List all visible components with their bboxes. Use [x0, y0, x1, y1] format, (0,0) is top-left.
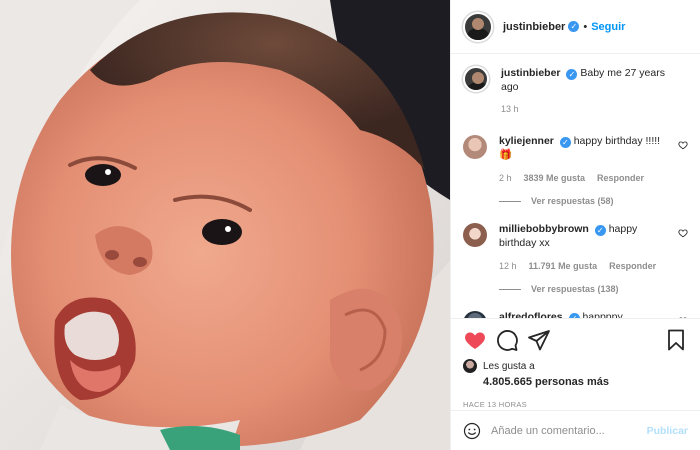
comment-meta: 2 h 3839 Me gusta Responder: [499, 171, 670, 185]
caption-meta: 13 h: [501, 102, 670, 116]
comment-body: milliebobbybrown ✓ happy birthday xx 12 …: [499, 222, 688, 273]
share-icon[interactable]: [527, 328, 551, 352]
bookmark-icon[interactable]: [664, 328, 688, 352]
post-side-panel: justinbieber ✓ • Seguir justinbieber ✓ B…: [450, 0, 700, 450]
comment-time[interactable]: 2 h: [499, 171, 512, 185]
action-icons-row: [463, 327, 688, 353]
liked-by-text: Les gusta a: [483, 360, 535, 372]
comment-likes[interactable]: 3839 Me gusta: [524, 171, 586, 185]
caption-time[interactable]: 13 h: [501, 102, 519, 116]
commenter-avatar[interactable]: [463, 135, 487, 159]
comment-likes[interactable]: 11.791 Me gusta: [529, 259, 598, 273]
author-username[interactable]: justinbieber: [503, 21, 565, 33]
comments-list[interactable]: justinbieber ✓ Baby me 27 years ago 13 h…: [451, 54, 700, 318]
comment-time[interactable]: 12 h: [499, 259, 517, 273]
caption: justinbieber ✓ Baby me 27 years ago 13 h: [463, 66, 688, 116]
post-photo[interactable]: [0, 0, 450, 450]
comment-item: alfredoflores ✓ happppy: [463, 310, 688, 318]
view-replies-label: Ver respuestas (138): [531, 284, 619, 294]
author-avatar[interactable]: [463, 11, 493, 42]
commenter-avatar[interactable]: [463, 223, 487, 247]
comment-icon[interactable]: [495, 328, 519, 352]
replies-line: [499, 288, 521, 290]
reply-button[interactable]: Responder: [609, 259, 656, 273]
instagram-post: justinbieber ✓ • Seguir justinbieber ✓ B…: [0, 0, 700, 450]
post-actions: Les gusta a 4.805.665 personas más HACE …: [451, 318, 700, 450]
comment-username[interactable]: milliebobbybrown: [499, 223, 589, 235]
comment-username[interactable]: alfredoflores: [499, 311, 563, 318]
follow-button[interactable]: Seguir: [591, 21, 625, 33]
post-timestamp[interactable]: HACE 13 HORAS: [463, 400, 688, 409]
comment-body: kyliejenner ✓ happy birthday !!!!! 🎁 2 h…: [499, 134, 688, 185]
heart-icon[interactable]: [678, 140, 688, 150]
verified-badge-icon: ✓: [568, 21, 580, 32]
view-replies-button[interactable]: Ver respuestas (138): [499, 284, 688, 294]
liker-avatar: [463, 359, 477, 373]
publish-button[interactable]: Publicar: [647, 425, 688, 437]
heart-icon[interactable]: [678, 228, 688, 238]
verified-badge-icon: ✓: [594, 225, 606, 236]
caption-body: justinbieber ✓ Baby me 27 years ago 13 h: [501, 66, 688, 116]
baby-photo-illustration: [0, 0, 450, 450]
liked-by[interactable]: Les gusta a: [463, 359, 688, 373]
caption-username[interactable]: justinbieber: [501, 67, 561, 79]
add-comment-bar: Publicar: [451, 410, 700, 450]
comment-username[interactable]: kyliejenner: [499, 135, 554, 147]
separator-dot: •: [583, 20, 588, 33]
post-header: justinbieber ✓ • Seguir: [451, 0, 700, 54]
comment-input[interactable]: [491, 424, 647, 437]
comment-meta: 12 h 11.791 Me gusta Responder: [499, 259, 670, 273]
caption-avatar[interactable]: [463, 66, 489, 92]
likes-count[interactable]: 4.805.665 personas más: [483, 376, 688, 388]
emoji-icon[interactable]: [463, 422, 481, 440]
comment-item: milliebobbybrown ✓ happy birthday xx 12 …: [463, 222, 688, 273]
heart-icon[interactable]: [463, 328, 487, 352]
view-replies-label: Ver respuestas (58): [531, 196, 614, 206]
replies-line: [499, 200, 521, 202]
verified-badge-icon: ✓: [566, 69, 578, 80]
commenter-avatar[interactable]: [463, 311, 487, 318]
comment-item: kyliejenner ✓ happy birthday !!!!! 🎁 2 h…: [463, 134, 688, 185]
comment-body: alfredoflores ✓ happppy: [499, 310, 688, 318]
reply-button[interactable]: Responder: [597, 171, 644, 185]
verified-badge-icon: ✓: [559, 137, 571, 148]
view-replies-button[interactable]: Ver respuestas (58): [499, 196, 688, 206]
comment-text: happppy: [582, 311, 623, 318]
